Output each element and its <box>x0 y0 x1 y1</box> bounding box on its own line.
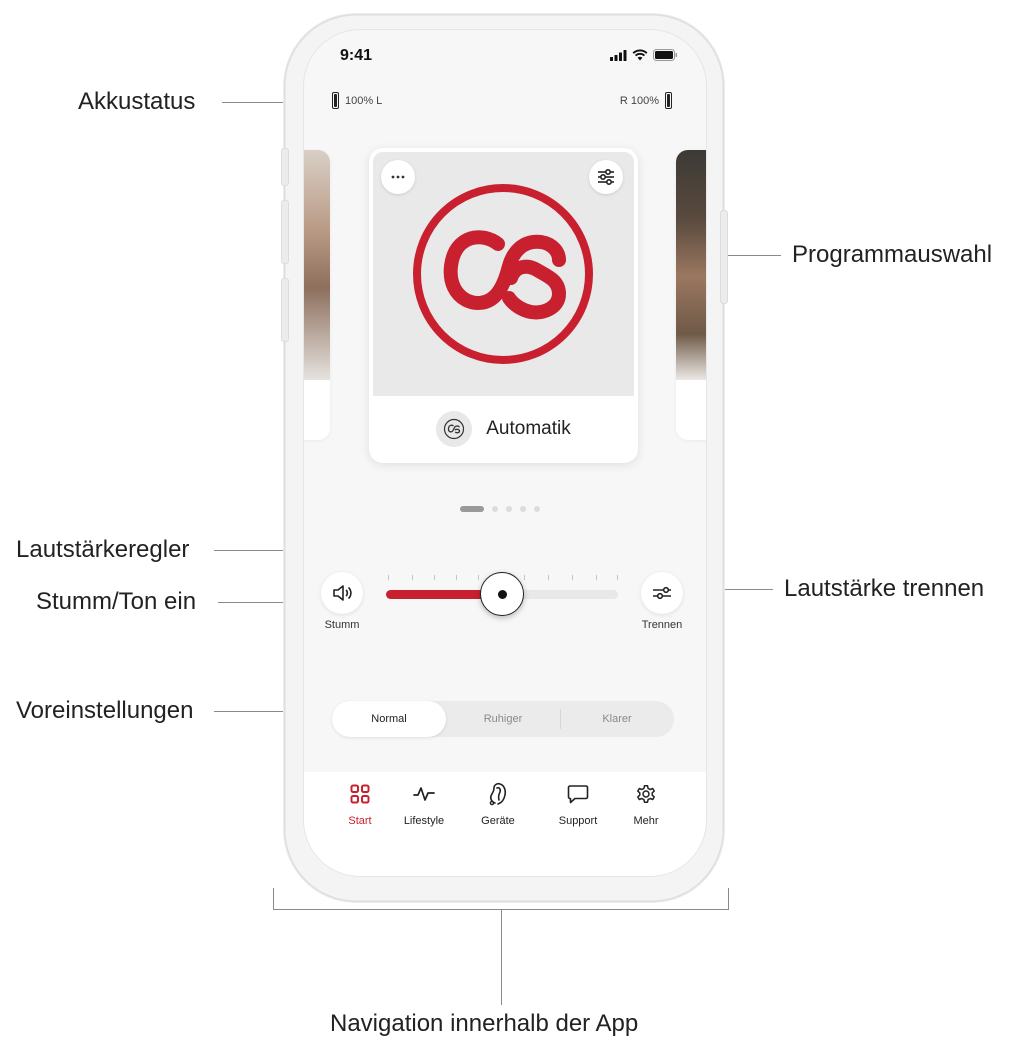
carousel-dot[interactable] <box>534 506 540 512</box>
automatic-program-logo <box>413 184 593 364</box>
nav-label: Lifestyle <box>403 815 445 827</box>
program-photo <box>304 150 330 380</box>
carousel-dot[interactable] <box>492 506 498 512</box>
ellipsis-icon <box>391 175 405 179</box>
volume-tick <box>524 575 525 580</box>
signal-icon <box>610 49 627 61</box>
nav-label: Geräte <box>481 815 515 827</box>
split-sliders-icon <box>653 586 671 600</box>
phone-side-button <box>281 200 289 264</box>
status-icons <box>610 49 678 61</box>
battery-icon <box>332 92 339 109</box>
nav-label: Start <box>348 815 372 827</box>
carousel-dot[interactable] <box>520 506 526 512</box>
program-card-previous[interactable] <box>304 150 330 440</box>
activity-icon <box>413 782 435 806</box>
status-time: 9:41 <box>340 47 373 64</box>
preset-normal[interactable]: Normal <box>332 701 446 737</box>
wifi-icon <box>632 49 648 61</box>
volume-slider-handle[interactable] <box>480 572 524 616</box>
volume-tick <box>388 575 389 580</box>
annotation-program-selection: Programmauswahl <box>792 241 993 268</box>
program-card-current[interactable]: Automatik <box>369 148 638 463</box>
annotation-bracket <box>501 909 502 1005</box>
battery-left: 100% L <box>332 92 382 109</box>
chat-bubble-icon <box>567 782 589 806</box>
sliders-icon <box>598 169 614 185</box>
annotation-bracket <box>273 888 274 910</box>
annotation-battery-status: Akkustatus <box>78 88 196 115</box>
program-photo <box>676 150 706 380</box>
annotation-presets: Voreinstellungen <box>16 697 194 724</box>
battery-right-side: R <box>619 94 628 107</box>
split-volume-label: Trennen <box>641 619 683 631</box>
nav-item-geraete[interactable]: Geräte <box>466 782 530 827</box>
program-card-next[interactable] <box>676 150 706 440</box>
hearing-aid-icon <box>488 782 508 806</box>
carousel-dot-active[interactable] <box>460 506 484 512</box>
annotation-split-volume: Lautstärke trennen <box>784 575 985 602</box>
phone-power-button <box>720 210 728 304</box>
phone-side-button <box>281 148 289 186</box>
gear-icon <box>635 782 657 806</box>
annotation-navigation: Navigation innerhalb der App <box>330 1010 639 1037</box>
carousel-pagination <box>460 506 540 512</box>
volume-tick <box>412 575 413 580</box>
program-footer: Automatik <box>369 398 638 460</box>
annotation-bracket <box>728 888 729 910</box>
preset-klarer[interactable]: Klarer <box>560 701 674 737</box>
volume-handle-dot <box>497 589 507 599</box>
volume-tick <box>456 575 457 580</box>
speaker-icon <box>333 585 352 601</box>
program-settings-button[interactable] <box>589 160 623 194</box>
volume-tick <box>434 575 435 580</box>
automatic-program-icon <box>436 411 473 447</box>
program-name: Automatik <box>486 418 571 439</box>
annotation-volume-control: Lautstärkeregler <box>16 536 190 563</box>
mute-button[interactable] <box>321 572 363 614</box>
battery-icon <box>665 92 672 109</box>
grid-icon <box>350 782 370 806</box>
program-more-button[interactable] <box>381 160 415 194</box>
mute-label: Stumm <box>324 619 360 631</box>
volume-tick <box>572 575 573 580</box>
nav-label: Support <box>558 815 598 827</box>
annotation-mute-unmute: Stumm/Ton ein <box>36 588 197 615</box>
volume-tick <box>478 575 479 580</box>
phone-battery-icon <box>653 49 678 61</box>
nav-item-support[interactable]: Support <box>546 782 610 827</box>
app-screen: 9:41 100% L R 100% Automatik Stumm Trenn… <box>304 30 706 876</box>
phone-side-button <box>281 278 289 342</box>
preset-ruhiger[interactable]: Ruhiger <box>446 701 560 737</box>
nav-item-mehr[interactable]: Mehr <box>614 782 678 827</box>
battery-right: R 100% <box>620 92 672 109</box>
split-volume-button[interactable] <box>641 572 683 614</box>
battery-left-percent: 100% <box>345 94 374 107</box>
carousel-dot[interactable] <box>506 506 512 512</box>
nav-item-lifestyle[interactable]: Lifestyle <box>392 782 456 827</box>
volume-tick <box>596 575 597 580</box>
battery-right-percent: 100% <box>630 94 659 107</box>
preset-selector: Normal Ruhiger Klarer <box>332 701 674 737</box>
battery-left-side: L <box>376 94 383 107</box>
volume-tick <box>617 575 618 580</box>
nav-label: Mehr <box>633 815 659 827</box>
nav-item-start[interactable]: Start <box>328 782 392 827</box>
volume-tick <box>548 575 549 580</box>
